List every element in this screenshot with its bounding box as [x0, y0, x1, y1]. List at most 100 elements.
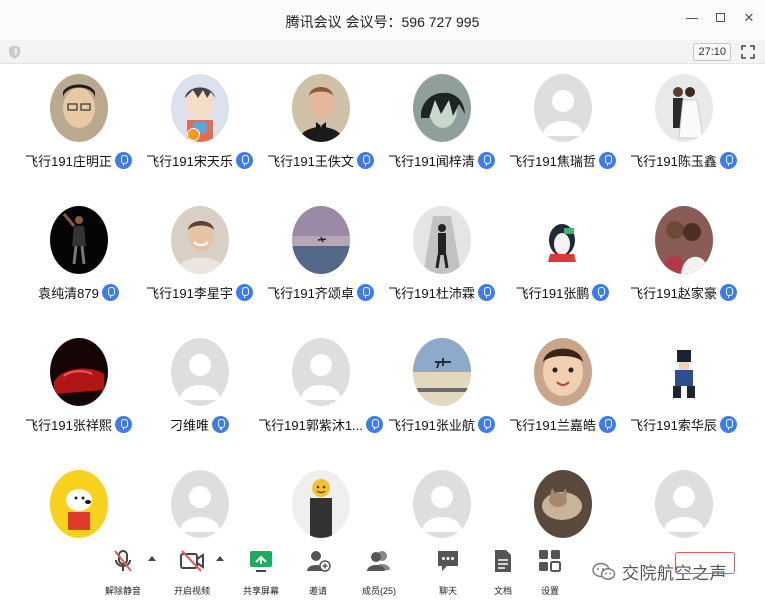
end-meeting-button[interactable]: [675, 552, 735, 574]
participant-name-row: 飞行191兰嘉皓: [509, 415, 616, 434]
participant-name-row: 飞行191宋天乐: [146, 151, 253, 170]
participant-avatar: [291, 338, 350, 406]
video-options-caret[interactable]: [216, 556, 224, 561]
participant-name: 飞行191陈玉鑫: [630, 154, 717, 169]
chat-icon: [438, 551, 458, 571]
participant-avatar: [291, 206, 350, 274]
mic-status-icon: [212, 416, 229, 433]
participant-tile[interactable]: 刁维唯: [139, 334, 260, 466]
participant-name-row: 飞行191齐颂卓: [267, 283, 374, 302]
participant-avatar: [49, 470, 108, 538]
participant-name-row: 飞行191庄明正: [25, 151, 132, 170]
participant-name: 飞行191张业航: [388, 418, 475, 433]
documents-label: 文档: [493, 586, 512, 596]
participant-name: 飞行191张鹏: [515, 286, 590, 301]
bottom-toolbar: 解除静音 开启视频 共享屏幕 邀请 成员(25) 聊天 文档 设置 交院航空之声: [0, 538, 765, 606]
participant-avatar: [291, 470, 350, 538]
participant-tile[interactable]: 飞行191闻梓清: [381, 70, 502, 202]
participant-tile[interactable]: 飞行191索华辰: [623, 334, 744, 466]
participant-avatar: [533, 470, 592, 538]
participant-name: 袁纯清879: [38, 286, 99, 301]
participant-name: 飞行191张祥熙: [25, 418, 112, 433]
invite-button[interactable]: 邀请: [291, 548, 345, 597]
mic-status-icon: [592, 284, 610, 301]
participant-name: 飞行191庄明正: [25, 154, 112, 169]
participant-tile[interactable]: 飞行191李星宇: [139, 202, 260, 334]
document-icon: [495, 550, 511, 572]
mic-status-icon: [477, 152, 495, 169]
close-icon[interactable]: ✕: [743, 11, 755, 24]
share-screen-label: 共享屏幕: [242, 586, 279, 596]
participant-name: 飞行191郭紫沐1...: [258, 418, 363, 433]
maximize-icon[interactable]: [716, 13, 725, 22]
participant-tile[interactable]: 袁纯清879: [18, 202, 139, 334]
participant-name-row: 飞行191赵家豪: [630, 283, 737, 302]
invite-label: 邀请: [308, 586, 327, 596]
participant-tile[interactable]: 飞行191赵家豪: [623, 202, 744, 334]
participant-name-row: 飞行191张鹏: [516, 283, 610, 302]
host-badge-icon: [187, 128, 200, 141]
share-screen-button[interactable]: 共享屏幕: [234, 548, 288, 597]
unmute-button[interactable]: 解除静音: [96, 548, 150, 597]
mic-muted-icon: [114, 550, 132, 572]
documents-button[interactable]: 文档: [476, 548, 530, 597]
participant-name-row: 飞行191张业航: [388, 415, 495, 434]
participant-avatar: [533, 206, 592, 274]
participant-avatar: [412, 206, 471, 274]
mic-status-icon: [598, 416, 616, 433]
participant-tile[interactable]: 飞行191王佚文: [260, 70, 381, 202]
mic-status-icon: [719, 416, 737, 433]
mic-status-icon: [719, 152, 737, 169]
mic-status-icon: [356, 152, 374, 169]
mic-status-icon: [477, 416, 495, 433]
participant-avatar: [412, 74, 471, 142]
mic-status-icon: [235, 284, 253, 301]
participant-name-row: 飞行191李星宇: [146, 283, 253, 302]
participant-tile[interactable]: 飞行191焦瑞哲: [502, 70, 623, 202]
mic-status-icon: [356, 284, 374, 301]
chat-label: 聊天: [438, 586, 457, 596]
participant-avatar: [533, 338, 592, 406]
participant-name-row: 飞行191陈玉鑫: [630, 151, 737, 170]
participant-tile[interactable]: 飞行191庄明正: [18, 70, 139, 202]
participant-tile[interactable]: 飞行191杜沛霖: [381, 202, 502, 334]
participant-tile[interactable]: 飞行191张鹏: [502, 202, 623, 334]
start-video-button[interactable]: 开启视频: [165, 548, 219, 597]
participant-grid: 飞行191庄明正 飞行191宋天乐 飞行191王佚文 飞行191闻梓清 飞行191焦瑞哲…: [18, 70, 748, 598]
members-icon: [367, 551, 390, 571]
settings-button[interactable]: 设置: [523, 548, 577, 597]
participant-avatar: [49, 338, 108, 406]
participant-name: 飞行191王佚文: [267, 154, 354, 169]
participant-tile[interactable]: 飞行191宋天乐: [139, 70, 260, 202]
meeting-timer: 27:10: [693, 43, 731, 61]
unmute-label: 解除静音: [104, 586, 141, 596]
start-video-label: 开启视频: [173, 586, 210, 596]
minimize-icon[interactable]: [686, 12, 698, 19]
participant-tile[interactable]: 飞行191齐颂卓: [260, 202, 381, 334]
participant-tile[interactable]: 飞行191兰嘉皓: [502, 334, 623, 466]
participant-name-row: 飞行191索华辰: [630, 415, 737, 434]
shield-icon[interactable]: [8, 45, 21, 59]
participant-tile[interactable]: 飞行191陈玉鑫: [623, 70, 744, 202]
chat-button[interactable]: 聊天: [421, 548, 475, 597]
participant-name: 飞行191李星宇: [146, 286, 233, 301]
fullscreen-icon[interactable]: [741, 45, 755, 59]
participant-avatar: [291, 74, 350, 142]
members-button[interactable]: 成员(25): [352, 548, 406, 597]
participant-avatar: [49, 206, 108, 274]
mic-status-icon: [598, 152, 616, 169]
participant-tile[interactable]: 飞行191郭紫沐1...: [258, 334, 383, 466]
participant-tile[interactable]: 飞行191张祥熙: [18, 334, 139, 466]
mic-status-icon: [235, 152, 253, 169]
participant-name: 飞行191赵家豪: [630, 286, 717, 301]
settings-grid-icon: [539, 550, 561, 572]
participant-name-row: 飞行191杜沛霖: [388, 283, 495, 302]
settings-label: 设置: [540, 586, 559, 596]
participant-name: 飞行191齐颂卓: [267, 286, 354, 301]
participant-tile[interactable]: 飞行191张业航: [381, 334, 502, 466]
participant-avatar: [170, 206, 229, 274]
participant-avatar: [170, 470, 229, 538]
participant-avatar: [654, 206, 713, 274]
mic-status-icon: [719, 284, 737, 301]
mic-options-caret[interactable]: [148, 556, 156, 561]
